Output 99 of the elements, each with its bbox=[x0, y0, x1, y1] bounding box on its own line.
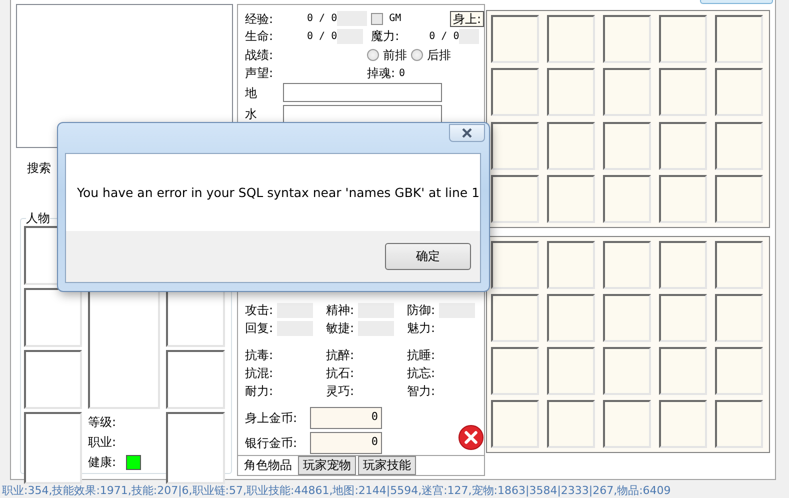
item-slot[interactable] bbox=[715, 174, 763, 223]
item-slot[interactable] bbox=[491, 68, 539, 116]
item-slot[interactable] bbox=[603, 294, 651, 342]
equipment-slot[interactable] bbox=[166, 350, 225, 409]
field-label: 耐力: bbox=[245, 382, 274, 400]
field-label: 回复: bbox=[245, 320, 274, 336]
field-label: 抗混: bbox=[245, 364, 274, 382]
field-label: 经验: bbox=[245, 10, 274, 27]
item-slot[interactable] bbox=[603, 400, 651, 448]
input-field[interactable] bbox=[283, 83, 442, 102]
item-slot[interactable] bbox=[547, 174, 595, 223]
field-label: 等级: bbox=[88, 414, 116, 430]
field-label: 银行金币: bbox=[245, 434, 298, 452]
item-slot[interactable] bbox=[547, 68, 595, 116]
field-label: 声望: bbox=[245, 65, 274, 82]
item-slot[interactable] bbox=[491, 174, 539, 223]
item-slot[interactable] bbox=[491, 122, 539, 170]
close-icon[interactable] bbox=[458, 424, 484, 451]
error-message: You have an error in your SQL syntax near 'names GBK' at line 1 bbox=[77, 185, 480, 200]
item-slot[interactable] bbox=[603, 241, 651, 289]
item-slot[interactable] bbox=[659, 15, 707, 63]
group-title: 人物 bbox=[26, 212, 50, 224]
field-label: 智力: bbox=[407, 382, 436, 400]
item-slot[interactable] bbox=[547, 15, 595, 63]
item-slot[interactable] bbox=[659, 347, 707, 395]
radio-button[interactable] bbox=[367, 48, 379, 61]
close-icon bbox=[461, 128, 473, 138]
item-slot[interactable] bbox=[491, 400, 539, 448]
radio-button[interactable] bbox=[411, 48, 423, 61]
field-label: 精神: bbox=[326, 302, 356, 318]
item-slot[interactable] bbox=[715, 294, 763, 342]
item-slot[interactable] bbox=[547, 400, 595, 448]
radio-label: 后排 bbox=[427, 46, 451, 63]
equipment-slot[interactable] bbox=[24, 350, 82, 409]
equipment-slot[interactable] bbox=[166, 412, 225, 484]
mp-bar bbox=[459, 28, 480, 44]
on-body-tab[interactable]: 身上: bbox=[450, 10, 484, 27]
field-label: 抗醉: bbox=[326, 346, 356, 364]
field-label: 水 bbox=[245, 106, 257, 122]
item-slot[interactable] bbox=[659, 241, 707, 289]
item-slot[interactable] bbox=[659, 122, 707, 170]
item-slot[interactable] bbox=[491, 294, 539, 342]
item-slot[interactable] bbox=[603, 68, 651, 116]
item-slot[interactable] bbox=[491, 241, 539, 289]
checkbox-label: GM bbox=[389, 13, 402, 24]
item-slot[interactable] bbox=[547, 241, 595, 289]
item-slot[interactable] bbox=[659, 174, 707, 223]
ok-button[interactable]: 确定 bbox=[385, 243, 471, 270]
item-slot[interactable] bbox=[715, 122, 763, 170]
field-label: 敏捷: bbox=[326, 320, 356, 336]
field-label: 魔力: bbox=[371, 28, 400, 44]
status-text: 职业:354,技能效果:1971,技能:207|6,职业链:57,职业技能:44861,地图:2144|5594,迷宫:127,宠物:1863|3584|2333|267,物品:6409 bbox=[1, 484, 672, 498]
equipment-slot[interactable] bbox=[24, 288, 82, 347]
item-slot[interactable] bbox=[547, 294, 595, 342]
field-label: 攻击: bbox=[245, 302, 274, 318]
field-label: 健康: bbox=[88, 454, 116, 470]
field-label: 身上金币: bbox=[245, 410, 298, 426]
item-slot[interactable] bbox=[715, 68, 763, 116]
field-value: 0 / 0 bbox=[429, 30, 460, 42]
gm-checkbox[interactable] bbox=[371, 12, 384, 25]
field-label: 掉魂: bbox=[367, 65, 396, 82]
tab[interactable]: 玩家技能 bbox=[358, 456, 416, 475]
field-label: 抗毒: bbox=[245, 346, 274, 364]
item-slot[interactable] bbox=[603, 347, 651, 395]
input-field[interactable] bbox=[283, 104, 442, 124]
field-label: 抗忘: bbox=[407, 364, 436, 382]
field-label: 地 bbox=[245, 84, 257, 101]
item-slot[interactable] bbox=[715, 241, 763, 289]
field-label: 职业: bbox=[88, 434, 116, 450]
search-label: 搜索 bbox=[27, 161, 51, 175]
item-slot[interactable] bbox=[659, 294, 707, 342]
field-label: 抗睡: bbox=[407, 346, 436, 364]
item-slot[interactable] bbox=[603, 15, 651, 63]
item-slot[interactable] bbox=[491, 15, 539, 63]
field-value: 0 bbox=[399, 68, 406, 79]
item-slot[interactable] bbox=[659, 400, 707, 448]
item-slot[interactable] bbox=[491, 347, 539, 395]
field-label: 抗石: bbox=[326, 364, 356, 382]
item-slot[interactable] bbox=[715, 400, 763, 448]
item-slot[interactable] bbox=[603, 174, 651, 223]
amount-field[interactable]: 0 bbox=[310, 432, 382, 454]
item-slot[interactable] bbox=[603, 122, 651, 170]
amount-field[interactable]: 0 bbox=[310, 407, 382, 429]
field-label: 生命: bbox=[245, 28, 274, 44]
item-slot[interactable] bbox=[547, 347, 595, 395]
field-value: 0 / 0 bbox=[307, 13, 338, 24]
radio-label: 前排 bbox=[383, 46, 407, 63]
field-value: 0 / 0 bbox=[307, 30, 338, 42]
item-slot[interactable] bbox=[715, 15, 763, 63]
field-label: 灵巧: bbox=[326, 382, 356, 400]
item-slot[interactable] bbox=[715, 347, 763, 395]
item-slot[interactable] bbox=[659, 68, 707, 116]
tab[interactable]: 玩家宠物 bbox=[298, 456, 356, 475]
close-button[interactable] bbox=[449, 124, 485, 142]
item-slot[interactable] bbox=[547, 122, 595, 170]
equipment-slot[interactable] bbox=[24, 412, 82, 484]
field-label: 防御: bbox=[407, 302, 436, 318]
field-label: 魅力: bbox=[407, 320, 436, 336]
field-label: 战绩: bbox=[245, 46, 274, 63]
